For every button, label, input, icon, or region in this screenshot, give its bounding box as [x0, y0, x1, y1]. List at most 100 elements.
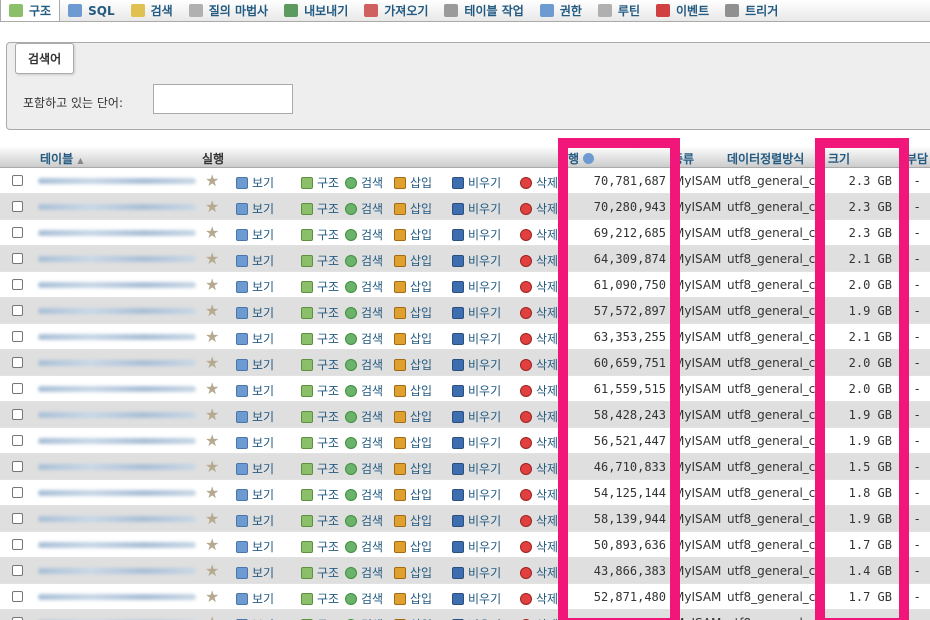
drop-action[interactable]: 삭제: [520, 486, 558, 503]
structure-action[interactable]: 구조: [301, 226, 339, 243]
favorite-star-icon[interactable]: ★: [205, 483, 219, 502]
empty-action[interactable]: 비우기: [452, 538, 501, 555]
structure-action[interactable]: 구조: [301, 200, 339, 217]
structure-action[interactable]: 구조: [301, 356, 339, 373]
drop-action[interactable]: 삭제: [520, 590, 558, 607]
search-input[interactable]: [153, 84, 293, 114]
tab-9[interactable]: 이벤트: [648, 0, 717, 21]
row-checkbox[interactable]: [12, 539, 23, 550]
insert-action[interactable]: 삽입: [394, 278, 432, 295]
table-name-link-blurred[interactable]: [38, 412, 196, 418]
table-name-link-blurred[interactable]: [38, 230, 196, 236]
favorite-star-icon[interactable]: ★: [205, 457, 219, 476]
structure-action[interactable]: 구조: [301, 252, 339, 269]
empty-action[interactable]: 비우기: [452, 408, 501, 425]
empty-action[interactable]: 비우기: [452, 304, 501, 321]
insert-action[interactable]: 삽입: [394, 564, 432, 581]
search-action[interactable]: 검색: [345, 434, 383, 451]
structure-action[interactable]: 구조: [301, 486, 339, 503]
insert-action[interactable]: 삽입: [394, 382, 432, 399]
structure-action[interactable]: 구조: [301, 382, 339, 399]
search-action[interactable]: 검색: [345, 356, 383, 373]
drop-action[interactable]: 삭제: [520, 226, 558, 243]
browse-action[interactable]: 보기: [236, 304, 274, 321]
insert-action[interactable]: 삽입: [394, 512, 432, 529]
row-checkbox[interactable]: [12, 279, 23, 290]
tab-6[interactable]: 테이블 작업: [436, 0, 531, 21]
favorite-star-icon[interactable]: ★: [205, 509, 219, 528]
tab-7[interactable]: 권한: [532, 0, 590, 21]
insert-action[interactable]: 삽입: [394, 434, 432, 451]
browse-action[interactable]: 보기: [236, 590, 274, 607]
structure-action[interactable]: 구조: [301, 460, 339, 477]
browse-action[interactable]: 보기: [236, 330, 274, 347]
structure-action[interactable]: 구조: [301, 512, 339, 529]
empty-action[interactable]: 비우기: [452, 564, 501, 581]
row-checkbox[interactable]: [12, 591, 23, 602]
row-checkbox[interactable]: [12, 513, 23, 524]
structure-action[interactable]: 구조: [301, 590, 339, 607]
empty-action[interactable]: 비우기: [452, 330, 501, 347]
row-checkbox[interactable]: [12, 487, 23, 498]
browse-action[interactable]: 보기: [236, 460, 274, 477]
empty-action[interactable]: 비우기: [452, 200, 501, 217]
table-name-link-blurred[interactable]: [38, 594, 196, 600]
table-name-link-blurred[interactable]: [38, 568, 196, 574]
favorite-star-icon[interactable]: ★: [205, 561, 219, 580]
search-action[interactable]: 검색: [345, 616, 383, 620]
table-name-link-blurred[interactable]: [38, 516, 196, 522]
empty-action[interactable]: 비우기: [452, 460, 501, 477]
table-name-link-blurred[interactable]: [38, 542, 196, 548]
browse-action[interactable]: 보기: [236, 252, 274, 269]
header-rows[interactable]: 행: [568, 150, 595, 167]
structure-action[interactable]: 구조: [301, 330, 339, 347]
row-checkbox[interactable]: [12, 175, 23, 186]
drop-action[interactable]: 삭제: [520, 200, 558, 217]
row-checkbox[interactable]: [12, 461, 23, 472]
search-action[interactable]: 검색: [345, 252, 383, 269]
insert-action[interactable]: 삽입: [394, 356, 432, 373]
favorite-star-icon[interactable]: ★: [205, 249, 219, 268]
empty-action[interactable]: 비우기: [452, 252, 501, 269]
browse-action[interactable]: 보기: [236, 226, 274, 243]
tab-4[interactable]: 내보내기: [276, 0, 356, 21]
search-action[interactable]: 검색: [345, 304, 383, 321]
row-checkbox[interactable]: [12, 565, 23, 576]
favorite-star-icon[interactable]: ★: [205, 613, 219, 620]
table-name-link-blurred[interactable]: [38, 438, 196, 444]
tab-2[interactable]: 검색: [123, 0, 181, 21]
drop-action[interactable]: 삭제: [520, 356, 558, 373]
drop-action[interactable]: 삭제: [520, 538, 558, 555]
browse-action[interactable]: 보기: [236, 174, 274, 191]
browse-action[interactable]: 보기: [236, 616, 274, 620]
browse-action[interactable]: 보기: [236, 538, 274, 555]
empty-action[interactable]: 비우기: [452, 590, 501, 607]
row-checkbox[interactable]: [12, 409, 23, 420]
structure-action[interactable]: 구조: [301, 564, 339, 581]
row-checkbox[interactable]: [12, 331, 23, 342]
search-action[interactable]: 검색: [345, 486, 383, 503]
empty-action[interactable]: 비우기: [452, 356, 501, 373]
empty-action[interactable]: 비우기: [452, 486, 501, 503]
drop-action[interactable]: 삭제: [520, 382, 558, 399]
tab-5[interactable]: 가져오기: [356, 0, 436, 21]
drop-action[interactable]: 삭제: [520, 252, 558, 269]
empty-action[interactable]: 비우기: [452, 512, 501, 529]
favorite-star-icon[interactable]: ★: [205, 171, 219, 190]
tab-1[interactable]: SQL: [60, 0, 123, 21]
tab-0[interactable]: 구조: [0, 0, 61, 21]
table-name-link-blurred[interactable]: [38, 178, 196, 184]
browse-action[interactable]: 보기: [236, 486, 274, 503]
table-name-link-blurred[interactable]: [38, 256, 196, 262]
structure-action[interactable]: 구조: [301, 434, 339, 451]
search-action[interactable]: 검색: [345, 590, 383, 607]
favorite-star-icon[interactable]: ★: [205, 353, 219, 372]
row-checkbox[interactable]: [12, 435, 23, 446]
empty-action[interactable]: 비우기: [452, 278, 501, 295]
insert-action[interactable]: 삽입: [394, 330, 432, 347]
empty-action[interactable]: 비우기: [452, 434, 501, 451]
search-action[interactable]: 검색: [345, 278, 383, 295]
header-type[interactable]: 종류: [672, 150, 694, 167]
header-table-name[interactable]: 테이블 ▲: [40, 150, 83, 167]
insert-action[interactable]: 삽입: [394, 252, 432, 269]
